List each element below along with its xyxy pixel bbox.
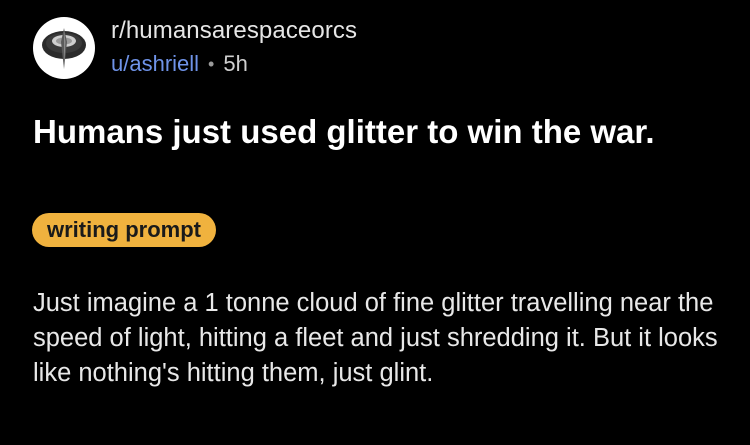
post-body: Just imagine a 1 tonne cloud of fine gli… (33, 289, 718, 387)
author-username[interactable]: u/ashriell (111, 49, 199, 79)
post-header: r/humansarespaceorcs u/ashriell • 5h (33, 16, 357, 79)
post-flair[interactable]: writing prompt (32, 213, 216, 247)
byline: u/ashriell • 5h (111, 49, 357, 79)
post-title[interactable]: Humans just used glitter to win the war. (33, 110, 723, 153)
post-meta: r/humansarespaceorcs u/ashriell • 5h (111, 16, 357, 79)
subreddit-name[interactable]: r/humansarespaceorcs (111, 16, 357, 46)
byline-separator: • (208, 54, 215, 74)
subreddit-avatar-icon[interactable] (33, 16, 95, 79)
post-age: 5h (223, 51, 248, 76)
